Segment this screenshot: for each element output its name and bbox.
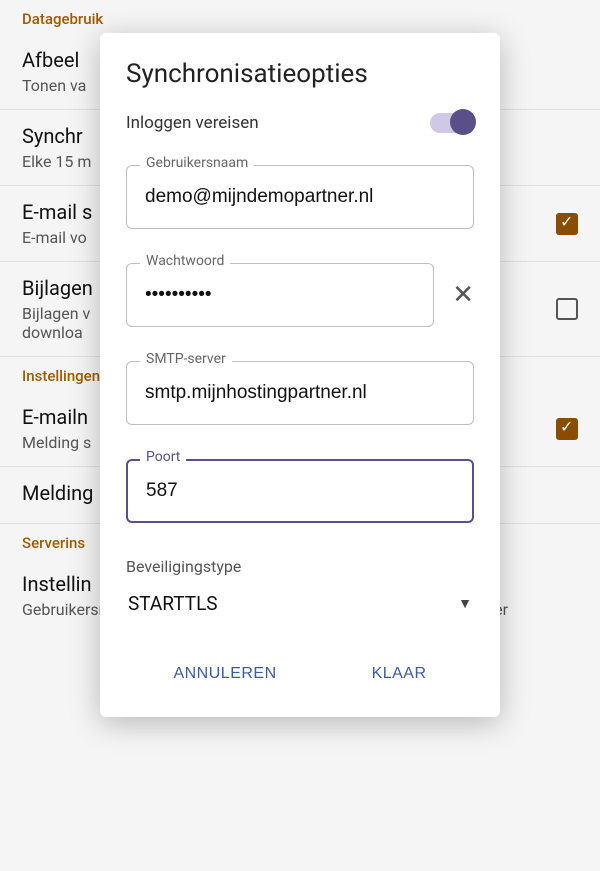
username-input[interactable] [126,165,474,229]
dialog-title: Synchronisatieopties [126,59,474,89]
dialog-actions: Annuleren Klaar [126,651,474,691]
security-type-label: Beveiligingstype [126,557,474,576]
cancel-button[interactable]: Annuleren [161,657,288,691]
smtp-field-wrap: SMTP-server [126,361,474,425]
security-type-select[interactable]: STARTTLS ▼ [126,588,474,633]
row-title: Bijlagen [22,276,93,300]
row-sub: Melding s [22,433,91,452]
require-login-label: Inloggen vereisen [126,113,259,133]
row-sub: E-mail vo [22,228,92,247]
chevron-down-icon: ▼ [458,595,472,612]
username-label: Gebruikersnaam [140,155,254,171]
require-login-row: Inloggen vereisen [126,113,474,133]
password-input[interactable] [126,263,434,327]
section-header-datagebruik: Datagebruik [0,0,600,34]
checkbox-bijlagen[interactable] [556,298,578,320]
port-label: Poort [140,449,186,465]
smtp-input[interactable] [126,361,474,425]
row-title: E-mail s [22,200,92,224]
security-type-value: STARTTLS [128,592,218,615]
password-field-wrap: Wachtwoord [126,263,434,327]
password-label: Wachtwoord [140,253,230,269]
smtp-label: SMTP-server [140,351,232,367]
clear-password-icon[interactable]: ✕ [452,280,474,310]
username-field-wrap: Gebruikersnaam [126,165,474,229]
require-login-toggle[interactable] [430,113,474,133]
row-sub: Bijlagen v downloa [22,304,93,342]
checkbox-emailnotif[interactable] [556,418,578,440]
sync-options-dialog: Synchronisatieopties Inloggen vereisen G… [100,33,500,717]
checkbox-email-sync[interactable] [556,213,578,235]
done-button[interactable]: Klaar [360,657,439,691]
row-title: E-mailn [22,405,91,429]
port-field-wrap: Poort [126,459,474,523]
port-input[interactable] [126,459,474,523]
